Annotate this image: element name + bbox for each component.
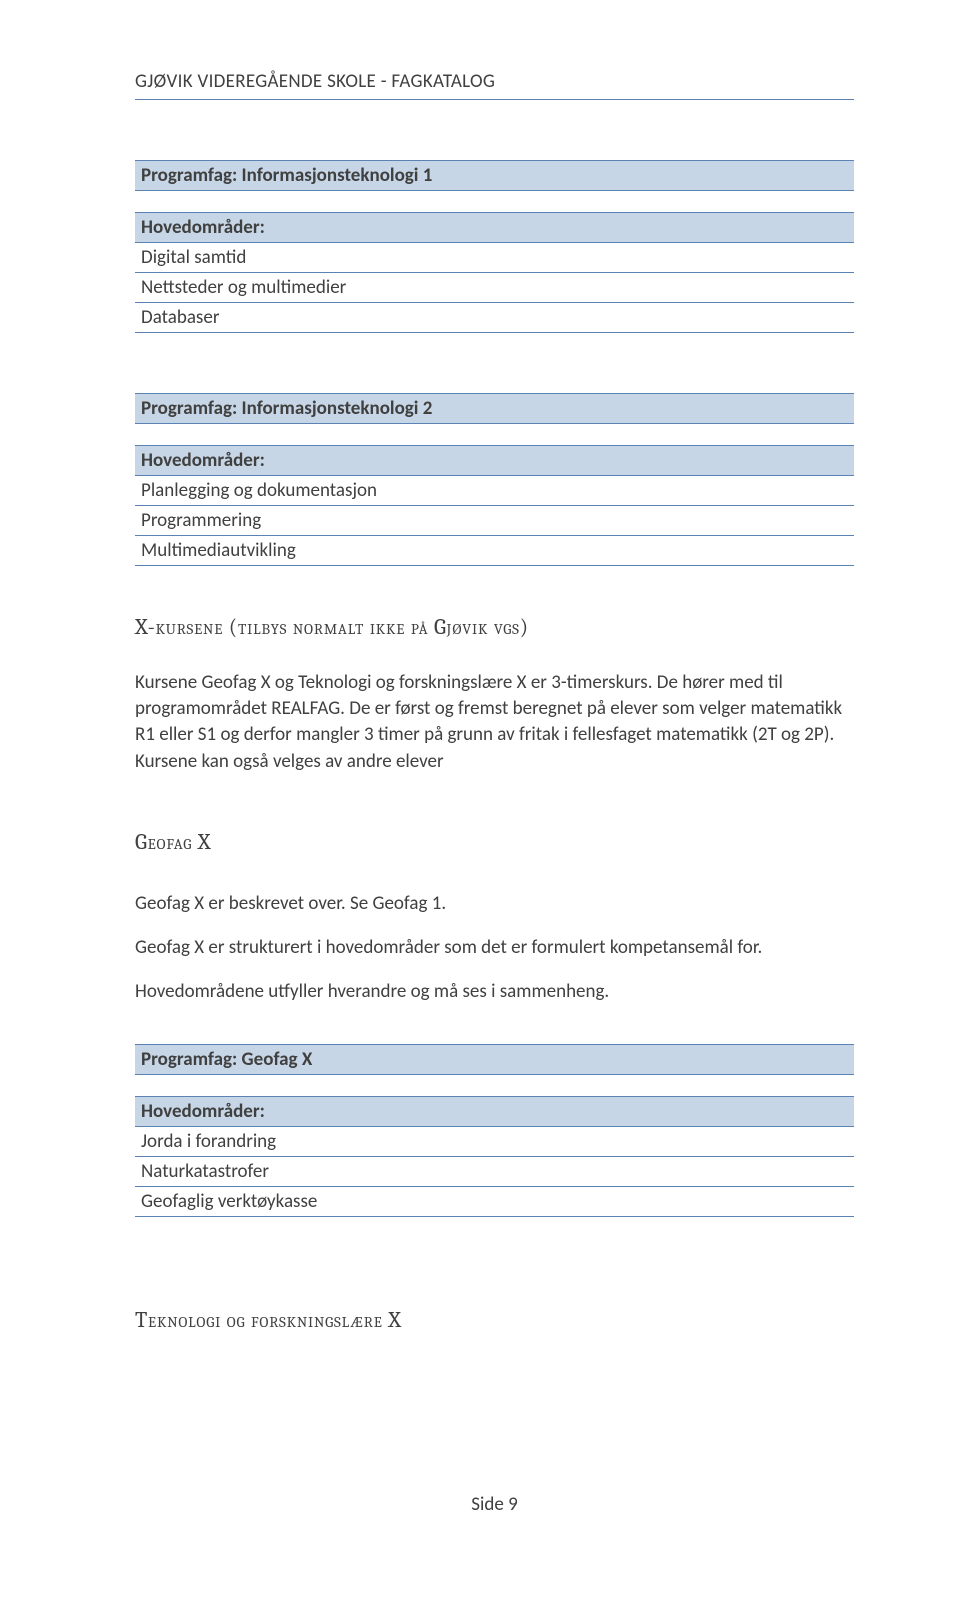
programfag-title: Programfag: Informasjonsteknologi 2 <box>135 393 854 424</box>
hovedomrader-label: Hovedområder: <box>135 445 854 476</box>
programfag-title: Programfag: Geofag X <box>135 1044 854 1075</box>
row: Naturkatastrofer <box>135 1157 854 1187</box>
row: Programmering <box>135 506 854 536</box>
page-footer: Side 9 <box>135 1493 854 1516</box>
row: Databaser <box>135 303 854 333</box>
body-paragraph: Geofag X er beskrevet over. Se Geofag 1. <box>135 891 854 917</box>
body-paragraph: Kursene Geofag X og Teknologi og forskni… <box>135 670 854 775</box>
section-heading-teknologi: Teknologi og forskningslære X <box>135 1307 854 1333</box>
row: Digital samtid <box>135 243 854 273</box>
row: Planlegging og dokumentasjon <box>135 476 854 506</box>
hovedomrader-label: Hovedområder: <box>135 1096 854 1127</box>
row: Nettsteder og multimedier <box>135 273 854 303</box>
page-header: GJØVIK VIDEREGÅENDE SKOLE - FAGKATALOG <box>135 70 854 100</box>
body-paragraph: Hovedområdene utfyller hverandre og må s… <box>135 979 854 1005</box>
row: Multimediautvikling <box>135 536 854 566</box>
section-heading-xkursene: X-kursene (tilbys normalt ikke på Gjøvik… <box>135 614 854 640</box>
body-paragraph: Geofag X er strukturert i hovedområder s… <box>135 935 854 961</box>
section-heading-geofag: Geofag X <box>135 829 854 855</box>
hovedomrader-label: Hovedområder: <box>135 212 854 243</box>
row: Geofaglig verktøykasse <box>135 1187 854 1217</box>
programfag-title: Programfag: Informasjonsteknologi 1 <box>135 160 854 191</box>
row: Jorda i forandring <box>135 1127 854 1157</box>
